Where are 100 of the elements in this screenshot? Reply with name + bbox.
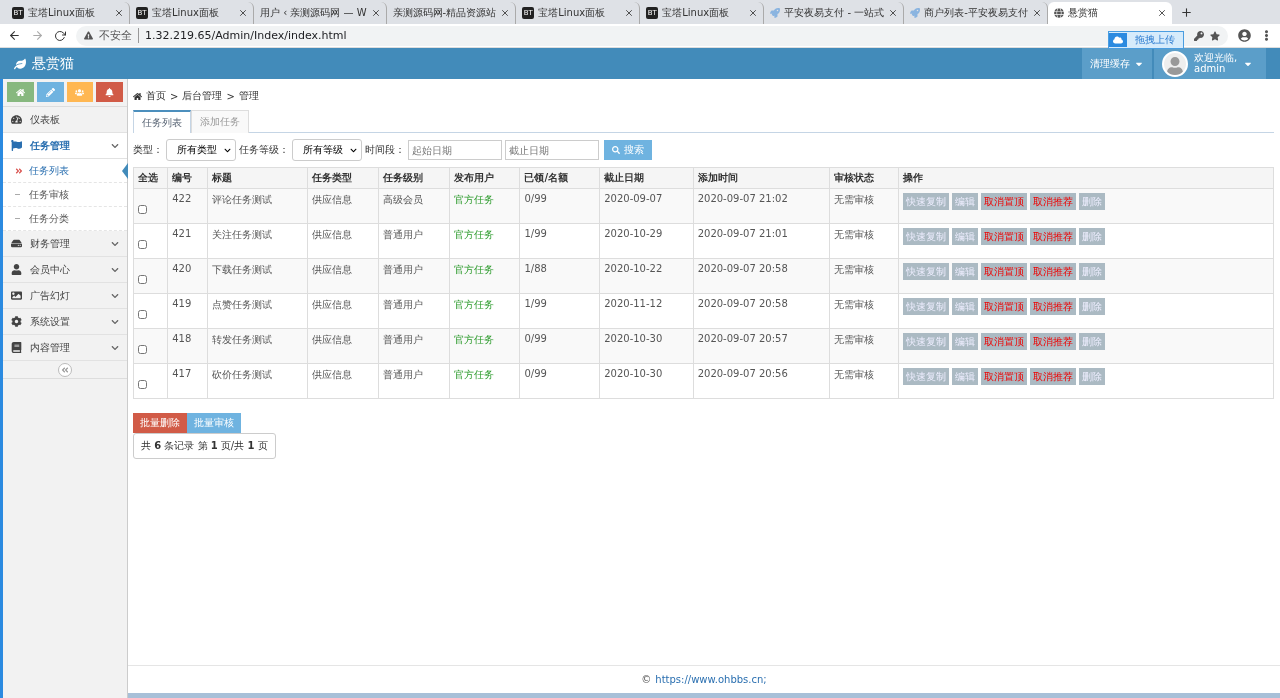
table-cell: 官方任务 [449, 223, 520, 259]
user-menu[interactable]: 欢迎光临, admin [1154, 48, 1266, 79]
action-button[interactable]: 取消推荐 [1029, 263, 1076, 280]
action-button[interactable]: 取消推荐 [1029, 333, 1076, 350]
type-select[interactable]: 所有类型 [166, 139, 236, 161]
table-cell: 无需审核 [829, 293, 899, 329]
table-cell: 官方任务 [449, 363, 520, 399]
table-cell: 供应信息 [307, 363, 379, 399]
table-cell: 420 [167, 258, 208, 294]
column-header: 发布用户 [449, 167, 520, 189]
bulk-action-button[interactable]: 批量删除 [133, 413, 187, 433]
action-button[interactable]: 编辑 [951, 333, 978, 350]
action-button[interactable]: 快速复制 [902, 263, 949, 280]
pagination-info: 共 6 条记录 第 1 页/共 1 页 [133, 433, 276, 459]
action-button[interactable]: 编辑 [951, 193, 978, 210]
submenu-label: 任务审核 [29, 187, 69, 202]
action-button[interactable]: 取消置顶 [980, 193, 1027, 210]
column-header: 添加时间 [693, 167, 830, 189]
action-button[interactable]: 快速复制 [902, 368, 949, 385]
table-cell: 转发任务测试 [207, 328, 308, 364]
table-cell: 无需审核 [829, 328, 899, 364]
action-button[interactable]: 编辑 [951, 368, 978, 385]
action-button[interactable]: 快速复制 [902, 228, 949, 245]
table-cell: 普通用户 [378, 223, 450, 259]
action-button[interactable]: 取消推荐 [1029, 228, 1076, 245]
submenu-label: 任务列表 [29, 163, 69, 178]
table-cell: 供应信息 [307, 188, 379, 224]
upload-label: 拖拽上传 [1134, 33, 1176, 47]
table-cell: 评论任务测试 [207, 188, 308, 224]
action-button[interactable]: 取消置顶 [980, 228, 1027, 245]
footer-link[interactable]: https://www.ohbbs.cn; [655, 674, 767, 685]
table-cell: 2020-09-07 20:57 [693, 328, 830, 364]
action-button[interactable]: 快速复制 [902, 193, 949, 210]
table-cell: 2020-09-07 20:56 [693, 363, 830, 399]
tab[interactable]: 添加任务 [191, 110, 249, 133]
breadcrumb-item[interactable]: 后台管理 [182, 89, 223, 103]
table-cell: 官方任务 [449, 293, 520, 329]
action-button[interactable]: 取消置顶 [980, 298, 1027, 315]
table-cell: 2020-09-07 [599, 188, 694, 224]
period-label: 时间段： [365, 143, 405, 157]
table-cell: 供应信息 [307, 223, 379, 259]
table-cell: 417 [167, 363, 208, 399]
start-date-field[interactable]: 起始日期 [408, 140, 502, 160]
table-cell: 2020-09-07 20:58 [693, 258, 830, 294]
table-cell: 2020-09-07 21:01 [693, 223, 830, 259]
end-date-field[interactable]: 截止日期 [505, 140, 599, 160]
table-cell: 官方任务 [449, 258, 520, 294]
table-cell: 高级会员 [378, 188, 450, 224]
breadcrumb-separator: > [226, 90, 235, 102]
submenu-item[interactable]: 任务审核 [3, 183, 127, 207]
table-cell: 1/88 [519, 258, 600, 294]
level-select[interactable]: 所有等级 [292, 139, 362, 161]
action-button[interactable]: 取消置顶 [980, 333, 1027, 350]
brand-title: 悬赏猫 [32, 54, 74, 73]
tab[interactable]: 任务列表 [133, 110, 191, 133]
upload-badge[interactable]: 拖拽上传 [1108, 31, 1184, 49]
action-button[interactable]: 删除 [1078, 228, 1105, 245]
action-button[interactable]: 取消推荐 [1029, 193, 1076, 210]
table-cell: 0/99 [519, 188, 600, 224]
column-header: 已领/名额 [519, 167, 600, 189]
bulk-action-button[interactable]: 批量审核 [187, 413, 241, 433]
action-button[interactable]: 删除 [1078, 298, 1105, 315]
submenu-item[interactable]: 任务列表 [3, 159, 127, 183]
table-cell: 1/99 [519, 223, 600, 259]
table-cell: 2020-10-22 [599, 258, 694, 294]
action-button[interactable]: 编辑 [951, 298, 978, 315]
table-cell: 无需审核 [829, 258, 899, 294]
clear-cache-button[interactable]: 清理缓存 [1082, 48, 1152, 79]
breadcrumb-separator: > [170, 90, 179, 102]
table-cell: 422 [167, 188, 208, 224]
table-cell: 砍价任务测试 [207, 363, 308, 399]
table-cell: 供应信息 [307, 328, 379, 364]
action-button[interactable]: 删除 [1078, 193, 1105, 210]
search-button[interactable]: 搜索 [604, 140, 652, 160]
submenu-item[interactable]: 任务分类 [3, 207, 127, 231]
action-button[interactable]: 编辑 [951, 263, 978, 280]
action-button[interactable]: 删除 [1078, 263, 1105, 280]
sidebar-item[interactable]: 任务管理 [3, 133, 127, 159]
table-cell: 无需审核 [829, 363, 899, 399]
submenu-label: 任务分类 [29, 211, 69, 226]
table-cell: 关注任务测试 [207, 223, 308, 259]
column-header: 操作 [898, 167, 1274, 189]
action-button[interactable]: 编辑 [951, 228, 978, 245]
action-button[interactable]: 取消置顶 [980, 263, 1027, 280]
action-button[interactable]: 快速复制 [902, 333, 949, 350]
table-cell: 供应信息 [307, 258, 379, 294]
action-button[interactable]: 取消置顶 [980, 368, 1027, 385]
table-cell: 下载任务测试 [207, 258, 308, 294]
action-button[interactable]: 快速复制 [902, 298, 949, 315]
action-button[interactable]: 取消推荐 [1029, 298, 1076, 315]
action-button[interactable]: 删除 [1078, 368, 1105, 385]
browser-tab[interactable]: 悬赏猫 [1047, 2, 1172, 24]
action-button[interactable]: 删除 [1078, 333, 1105, 350]
action-button[interactable]: 取消推荐 [1029, 368, 1076, 385]
level-label: 任务等级： [239, 143, 289, 157]
breadcrumb-item[interactable]: 首页 [146, 89, 166, 103]
table-cell: 2020-10-30 [599, 328, 694, 364]
column-header: 任务级别 [378, 167, 450, 189]
column-header: 审核状态 [829, 167, 899, 189]
table-cell: 无需审核 [829, 188, 899, 224]
